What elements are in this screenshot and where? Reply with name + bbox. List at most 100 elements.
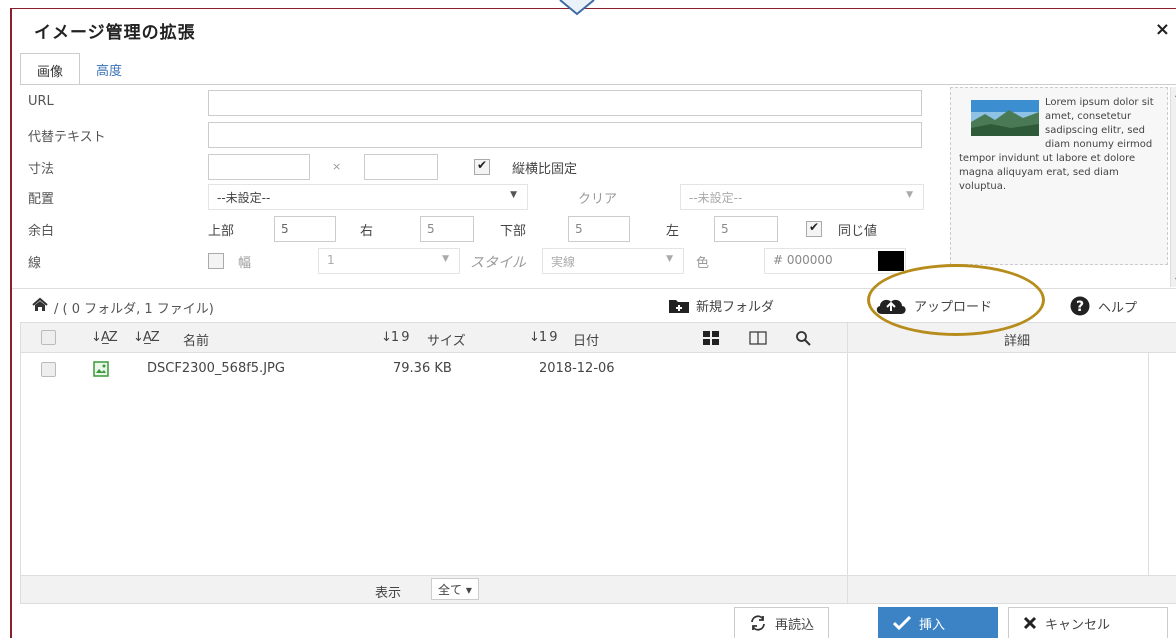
file-checkbox[interactable] — [41, 362, 56, 377]
chevron-down-icon: ▼ — [442, 254, 449, 264]
margin-right-label: 右 — [360, 224, 374, 239]
tab-bar: 画像 高度 — [20, 53, 138, 85]
image-manager-dialog: イメージ管理の拡張 × 画像 高度 URL 代替テキスト 寸法 × 縦横比固定 … — [10, 8, 1176, 638]
margin-left-input[interactable] — [714, 216, 778, 242]
home-icon[interactable] — [32, 297, 48, 313]
border-style-select[interactable]: 実線 ▼ — [542, 248, 684, 274]
lock-ratio-checkbox[interactable] — [474, 158, 490, 175]
margin-top-input[interactable] — [274, 216, 336, 242]
show-filter-select[interactable]: 全て ▾ — [431, 578, 479, 600]
tab-image[interactable]: 画像 — [20, 53, 81, 85]
alt-label: 代替テキスト — [28, 130, 106, 145]
align-row: 配置 --未設定-- ▼ クリア --未設定-- ▼ — [12, 184, 942, 210]
search-icon[interactable] — [795, 330, 811, 346]
check-icon — [893, 616, 911, 630]
detail-footer — [848, 575, 1176, 603]
chevron-down-icon: ▼ — [666, 254, 673, 264]
align-select[interactable]: --未設定-- ▼ — [208, 184, 528, 210]
insert-label: 挿入 — [919, 617, 946, 633]
upload-highlight-annotation — [867, 264, 1045, 336]
new-folder-button[interactable]: 新規フォルダ — [668, 296, 774, 315]
image-file-icon — [93, 361, 109, 377]
reload-button[interactable]: 再読込 — [734, 607, 830, 638]
url-row: URL — [12, 90, 942, 116]
color-swatch[interactable] — [878, 251, 904, 271]
clear-select[interactable]: --未設定-- ▼ — [680, 184, 924, 210]
file-size: 79.36 KB — [393, 361, 452, 376]
sort-size-icon[interactable]: ↓1 9 — [381, 330, 410, 345]
border-width-select[interactable]: 1 ▼ — [318, 248, 460, 274]
detail-divider — [1148, 353, 1149, 577]
clear-select-value: --未設定-- — [689, 191, 743, 205]
border-row: 線 幅 1 ▼ スタイル 実線 ▼ 色 # 000000 — [12, 248, 942, 274]
border-width-value: 1 — [327, 253, 335, 267]
preview-thumbnail-icon — [971, 100, 1039, 136]
svg-text:?: ? — [1076, 299, 1084, 315]
border-color-value: # 000000 — [773, 253, 833, 267]
border-width-label: 幅 — [238, 256, 252, 271]
margin-right-input[interactable] — [420, 216, 474, 242]
border-style-value: 実線 — [551, 255, 576, 269]
margin-bottom-label: 下部 — [500, 224, 527, 239]
url-label: URL — [28, 94, 54, 109]
preview-scrollbar[interactable]: ▲ ▼ — [1170, 87, 1176, 287]
border-label: 線 — [28, 256, 42, 271]
dialog-pointer-icon — [559, 0, 595, 16]
select-all-checkbox[interactable] — [41, 330, 56, 345]
file-name: DSCF2300_568f5.JPG — [147, 361, 285, 376]
file-date: 2018-12-06 — [539, 361, 615, 376]
width-input[interactable] — [208, 154, 310, 180]
help-icon: ? — [1070, 296, 1090, 316]
chevron-down-icon: ▼ — [510, 190, 517, 200]
border-checkbox[interactable] — [208, 253, 224, 269]
detail-panel: 詳細 — [848, 322, 1176, 604]
cancel-button[interactable]: キャンセル — [1008, 607, 1168, 638]
clear-label: クリア — [578, 192, 618, 207]
grid-view-icon[interactable] — [703, 331, 719, 345]
align-select-value: --未設定-- — [217, 191, 271, 205]
alt-row: 代替テキスト — [12, 122, 942, 148]
new-folder-icon — [669, 299, 689, 313]
file-list-header: ↓A̲Z ↓A̲Z 名前 ↓1 9 サイズ ↓1 9 日付 — [21, 323, 847, 353]
refresh-icon — [751, 615, 765, 631]
align-label: 配置 — [28, 192, 55, 207]
same-value-label: 同じ値 — [838, 224, 878, 239]
list-view-icon[interactable] — [749, 331, 767, 345]
breadcrumb: / ( 0 フォルダ, 1 ファイル) — [54, 302, 214, 317]
margin-row: 余白 上部 右 下部 左 同じ値 — [12, 216, 942, 242]
size-row: 寸法 × 縦横比固定 — [12, 154, 942, 180]
close-icon[interactable]: × — [1155, 19, 1170, 40]
cancel-label: キャンセル — [1045, 617, 1111, 633]
show-label: 表示 — [375, 586, 402, 601]
file-list-footer: 表示 全て ▾ — [21, 575, 847, 603]
column-date[interactable]: 日付 — [573, 330, 599, 349]
chevron-down-icon: ▼ — [906, 190, 913, 200]
border-style-label: スタイル — [470, 255, 526, 271]
column-name[interactable]: 名前 — [183, 330, 209, 349]
image-preview: Lorem ipsum dolor sit amet, consetetur s… — [950, 87, 1168, 265]
help-label: ヘルプ — [1098, 300, 1138, 316]
reload-label: 再読込 — [775, 617, 815, 633]
tab-advanced[interactable]: 高度 — [80, 53, 138, 85]
margin-top-label: 上部 — [208, 224, 235, 239]
column-size[interactable]: サイズ — [427, 330, 466, 349]
table-row[interactable]: DSCF2300_568f5.JPG 79.36 KB 2018-12-06 — [21, 357, 847, 383]
sort-type-icon[interactable]: ↓A̲Z — [91, 330, 118, 345]
same-value-checkbox[interactable] — [806, 220, 822, 237]
new-folder-label: 新規フォルダ — [696, 300, 775, 315]
alt-text-input[interactable] — [208, 122, 922, 148]
help-button[interactable]: ? ヘルプ — [1068, 296, 1137, 316]
margin-left-label: 左 — [666, 224, 680, 239]
lock-ratio-label: 縦横比固定 — [512, 162, 578, 177]
insert-button[interactable]: 挿入 — [878, 607, 998, 638]
url-input[interactable] — [208, 90, 922, 116]
size-separator: × — [332, 160, 342, 173]
margin-label: 余白 — [28, 224, 55, 239]
sort-name-icon[interactable]: ↓A̲Z — [133, 330, 160, 345]
margin-bottom-input[interactable] — [568, 216, 630, 242]
sort-date-icon[interactable]: ↓1 9 — [529, 330, 558, 345]
dialog-title: イメージ管理の拡張 — [34, 23, 196, 43]
size-label: 寸法 — [28, 162, 55, 177]
border-color-label: 色 — [696, 256, 710, 271]
height-input[interactable] — [364, 154, 438, 180]
